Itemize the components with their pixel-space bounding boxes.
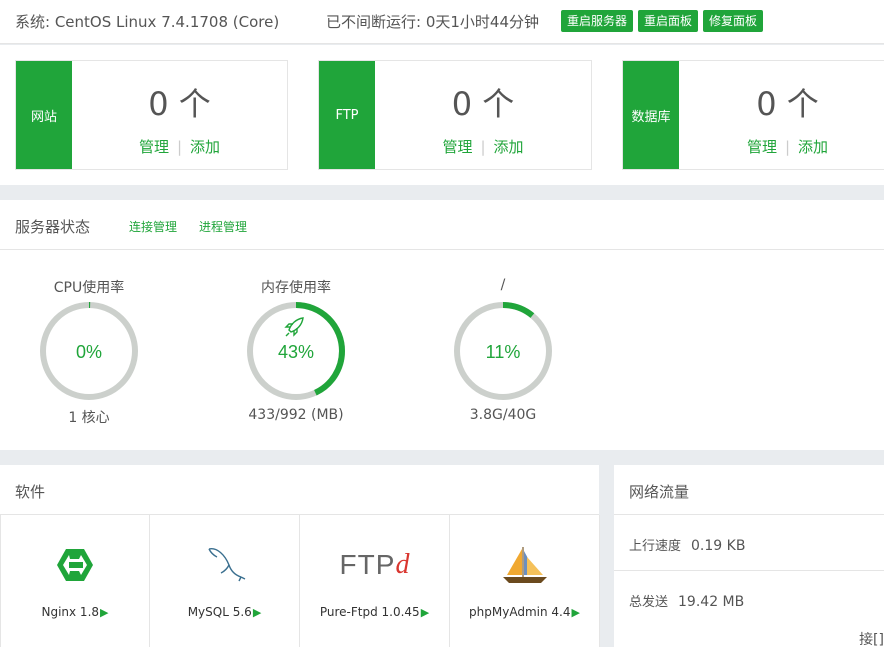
sailboat-icon [450,545,599,585]
divider: | [784,138,791,156]
truncated-label: 接[] [859,632,884,647]
app-pureftpd-label: Pure-Ftpd 1.0.45▶ [300,605,449,619]
app-name: Pure-Ftpd 1.0.45 [319,605,420,619]
network-title: 网络流量 [629,483,690,501]
divider: | [176,138,183,156]
website-actions: 管理 | 添加 [72,136,287,157]
divider: | [480,138,486,156]
software-title: 软件 [15,483,46,501]
cpu-gauge-ring: 0% [40,302,138,400]
app-phpmyadmin-label: phpMyAdmin 4.4▶ [450,605,599,619]
database-card: 数据库 0 个 管理 | 添加 [622,60,884,170]
app-mysql[interactable]: MySQL 5.6▶ [150,515,300,647]
ftp-count: 0 个 [451,85,515,123]
ftpd-logo-text: FTP [339,549,396,580]
disk-gauge-ring: 11% [454,302,552,400]
restart-panel-button[interactable]: 重启面板 [638,10,698,32]
ftp-add-link[interactable]: 添加 [494,138,524,156]
mysql-dolphin-icon [150,545,299,585]
server-status-title: 服务器状态 [15,218,91,236]
cpu-gauge-title: CPU使用率 [53,280,125,296]
ftpd-icon: FTP d [300,545,449,585]
play-icon[interactable]: ▶ [571,606,579,619]
database-label: 数据库 [623,61,679,169]
ftp-actions: 管理 | 添加 [375,136,591,157]
system-info: 系统: CentOS Linux 7.4.1708 (Core) [15,13,280,31]
ftp-card: FTP 0 个 管理 | 添加 [318,60,592,170]
process-manage-link[interactable]: 进程管理 [199,218,247,235]
uptime-info: 已不间断运行: 0天1小时44分钟 [326,13,539,31]
play-icon[interactable]: ▶ [100,606,108,619]
app-name: Nginx 1.8 [41,605,100,619]
database-count: 0 个 [756,85,819,123]
cpu-gauge-detail: 1 核心 [68,410,110,426]
ftp-label: FTP [319,61,375,169]
upload-speed-label: 上行速度 [629,539,682,554]
memory-gauge-title: 内存使用率 [261,280,331,296]
disk-gauge-value: 11% [486,342,521,362]
software-header: 软件 [0,465,599,515]
overview-strip: 网站 0 个 管理 | 添加 FTP 0 个 管理 | 添加 数据库 0 个 管理 | 添加 [0,45,884,185]
top-bar: 系统: CentOS Linux 7.4.1708 (Core) 已不间断运行:… [0,0,884,44]
server-status-panel: 服务器状态 连接管理 进程管理 CPU使用率 0% 1 核心 内存使用率 43%… [0,200,884,450]
network-header: 网络流量 [614,465,884,515]
upload-speed-row: 上行速度 0.19 KB [629,535,745,554]
disk-gauge[interactable]: / 11% 3.8G/40G [438,277,568,423]
play-icon[interactable]: ▶ [253,606,261,619]
network-panel: 网络流量 上行速度 0.19 KB 总发送 19.42 MB 接[] [614,465,884,647]
rocket-icon[interactable] [284,317,304,337]
website-card: 网站 0 个 管理 | 添加 [15,60,288,170]
website-manage-link[interactable]: 管理 [139,138,169,156]
database-manage-link[interactable]: 管理 [747,138,777,156]
app-phpmyadmin[interactable]: phpMyAdmin 4.4▶ [450,515,600,647]
memory-gauge[interactable]: 内存使用率 43% 433/992 (MB) [231,277,361,423]
app-nginx-label: Nginx 1.8▶ [1,605,149,619]
server-status-header: 服务器状态 连接管理 进程管理 [0,200,884,250]
app-mysql-label: MySQL 5.6▶ [150,605,299,619]
repair-panel-button[interactable]: 修复面板 [703,10,763,32]
restart-server-button[interactable]: 重启服务器 [561,10,633,32]
disk-gauge-detail: 3.8G/40G [469,407,537,423]
memory-gauge-value: 43% [278,342,314,362]
cpu-gauge-value: 0% [76,342,102,362]
connection-manage-link[interactable]: 连接管理 [129,218,177,235]
play-icon[interactable]: ▶ [421,606,429,619]
divider [614,570,884,571]
database-add-link[interactable]: 添加 [798,138,828,156]
website-label: 网站 [16,61,72,169]
disk-gauge-title: / [500,277,506,293]
app-name: phpMyAdmin 4.4 [469,605,571,619]
website-add-link[interactable]: 添加 [190,138,220,156]
app-nginx[interactable]: Nginx 1.8▶ [0,515,150,647]
cpu-gauge[interactable]: CPU使用率 0% 1 核心 [24,277,154,427]
memory-gauge-ring: 43% [247,302,345,400]
database-actions: 管理 | 添加 [679,136,884,157]
total-sent-label: 总发送 [629,595,669,610]
total-sent-row: 总发送 19.42 MB [629,591,744,610]
ftp-manage-link[interactable]: 管理 [442,138,472,156]
ftpd-logo-accent: d [395,549,410,580]
nginx-icon [1,545,149,585]
website-count: 0 个 [148,85,211,123]
memory-gauge-detail: 433/992 (MB) [248,407,344,423]
app-name: MySQL 5.6 [187,605,252,619]
upload-speed-value: 0.19 KB [691,538,746,554]
app-pureftpd[interactable]: FTP d Pure-Ftpd 1.0.45▶ [300,515,450,647]
total-sent-value: 19.42 MB [678,594,745,610]
software-panel: 软件 Nginx 1.8▶ MySQL 5.6▶ FTP d Pure-Ftpd… [0,465,600,647]
